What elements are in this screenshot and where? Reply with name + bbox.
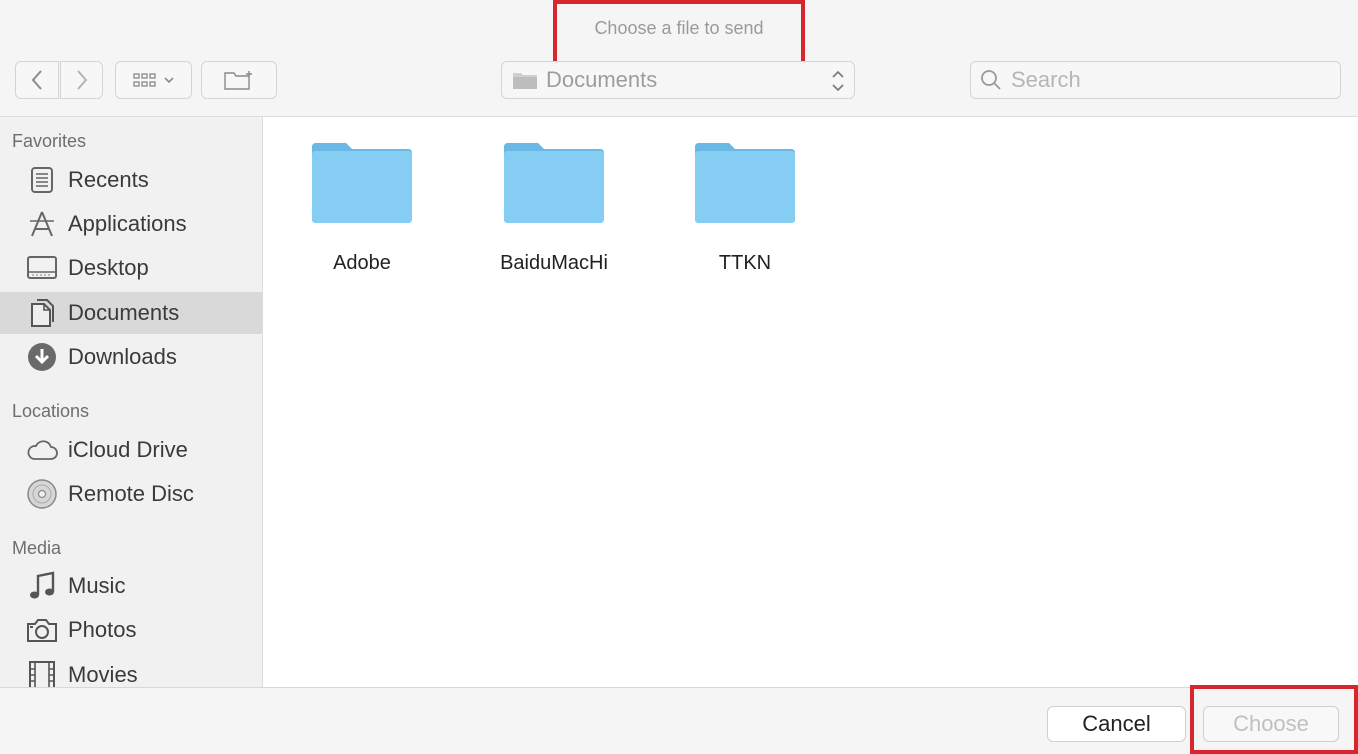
folder-item-ttkn[interactable]: TTKN [675, 141, 815, 275]
path-label: Documents [546, 67, 658, 92]
folder-icon [504, 143, 604, 223]
new-folder-icon [224, 71, 252, 90]
downloads-icon [26, 341, 58, 373]
disc-icon [26, 478, 58, 510]
file-browser: Adobe BaiduMacHi TTKN [263, 117, 1358, 687]
forward-button[interactable] [60, 61, 103, 99]
cloud-icon [26, 434, 58, 466]
sidebar-item-label: Documents [68, 300, 180, 325]
file-name: TTKN [718, 252, 772, 274]
path-popup[interactable]: Documents [501, 61, 855, 99]
sidebar-item-icloud-drive[interactable]: iCloud Drive [0, 429, 262, 471]
new-folder-button[interactable] [201, 61, 277, 99]
sidebar-item-label: Recents [68, 167, 149, 192]
sidebar-item-desktop[interactable]: Desktop [0, 247, 262, 289]
file-name: Adobe [333, 252, 391, 274]
sidebar-item-documents[interactable]: Documents [0, 292, 262, 334]
file-name: BaiduMacHi [500, 252, 608, 274]
sidebar-item-recents[interactable]: Recents [0, 159, 262, 201]
folder-item-baidumachi[interactable]: BaiduMacHi [484, 141, 624, 275]
sidebar-item-label: Photos [68, 617, 137, 642]
sidebar-item-remote-disc[interactable]: Remote Disc [0, 473, 262, 515]
folder-item-adobe[interactable]: Adobe [292, 141, 432, 275]
search-box[interactable] [970, 61, 1341, 99]
chevron-left-icon [31, 70, 42, 90]
sidebar-item-music[interactable]: Music [0, 565, 262, 607]
sidebar-item-label: Desktop [68, 255, 149, 280]
sidebar-item-label: Downloads [68, 344, 177, 369]
recents-icon [26, 164, 58, 196]
music-icon [26, 570, 58, 602]
search-icon [981, 70, 1001, 90]
documents-icon [26, 297, 58, 329]
sidebar-item-applications[interactable]: Applications [0, 203, 262, 245]
view-mode-button[interactable] [115, 61, 192, 99]
updown-chevron-icon [832, 70, 844, 92]
desktop-icon [26, 252, 58, 284]
camera-icon [26, 614, 58, 646]
search-input[interactable] [1009, 66, 1333, 94]
footer-divider [0, 687, 1358, 688]
back-button[interactable] [15, 61, 59, 99]
sidebar-item-downloads[interactable]: Downloads [0, 336, 262, 378]
film-icon [26, 659, 58, 687]
sidebar: Favorites Recents Applications Desktop D… [0, 117, 263, 687]
folder-icon [513, 73, 537, 89]
sidebar-item-label: Remote Disc [68, 481, 194, 506]
sidebar-section-favorites: Favorites [12, 131, 87, 151]
chevron-down-icon [163, 77, 174, 84]
choose-button[interactable]: Choose [1203, 706, 1339, 742]
dialog-title: Choose a file to send [594, 18, 764, 38]
sidebar-item-label: Applications [68, 211, 187, 236]
sidebar-section-locations: Locations [12, 401, 90, 421]
sidebar-item-label: Movies [68, 662, 138, 687]
sidebar-item-movies[interactable]: Movies [0, 654, 262, 687]
chevron-right-icon [76, 70, 87, 90]
sidebar-item-label: iCloud Drive [68, 437, 188, 462]
sidebar-section-media: Media [12, 538, 62, 558]
icon-grid-icon [132, 73, 156, 87]
cancel-button[interactable]: Cancel [1047, 706, 1186, 742]
folder-icon [695, 143, 795, 223]
folder-icon [312, 143, 412, 223]
applications-icon [26, 208, 58, 240]
sidebar-item-photos[interactable]: Photos [0, 609, 262, 651]
sidebar-item-label: Music [68, 573, 126, 598]
